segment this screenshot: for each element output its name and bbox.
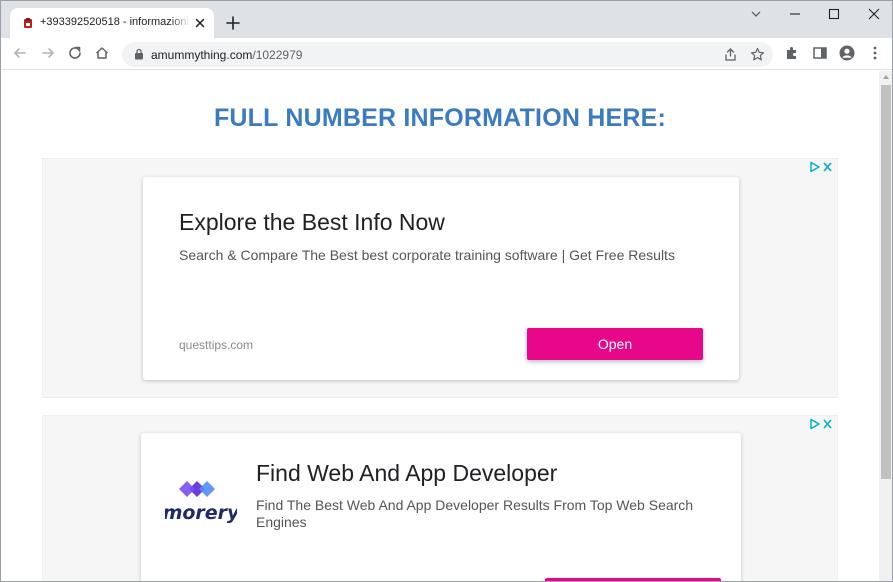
page-scrollbar[interactable] (879, 71, 892, 581)
adchoices-icon[interactable] (809, 418, 833, 430)
back-icon[interactable] (12, 45, 28, 61)
morery-logo-icon[interactable]: morery (165, 475, 237, 525)
ad-slot-1: Explore the Best Info Now Search & Compa… (42, 158, 838, 398)
ad-card[interactable]: Explore the Best Info Now Search & Compa… (143, 177, 739, 380)
site-favicon-icon (24, 18, 32, 28)
close-tab-icon[interactable] (192, 15, 208, 31)
profile-avatar-icon[interactable] (839, 45, 855, 61)
ad-title[interactable]: Find Web And App Developer (256, 460, 557, 487)
tab-search-chevron-icon[interactable] (749, 7, 763, 21)
morery-logo-text: morery (165, 502, 237, 524)
page-viewport: FULL NUMBER INFORMATION HERE: Explore th… (1, 71, 879, 581)
side-panel-icon[interactable] (812, 45, 828, 61)
home-icon[interactable] (94, 45, 110, 61)
forward-icon[interactable] (40, 45, 56, 61)
extensions-puzzle-icon[interactable] (784, 45, 800, 61)
bookmark-star-icon[interactable] (750, 47, 765, 62)
tab-strip: +393392520518 - informazioni c (1, 1, 892, 39)
ad-card[interactable]: morery Find Web And App Developer Find T… (141, 433, 741, 581)
tab-title: +393392520518 - informazioni c (40, 16, 190, 28)
share-icon[interactable] (723, 47, 738, 62)
new-tab-icon[interactable] (225, 15, 241, 31)
address-bar[interactable]: amummything.com/1022979 (122, 42, 773, 67)
scrollbar-thumb[interactable] (881, 85, 891, 479)
browser-window: +393392520518 - informazioni c amummythi… (0, 0, 893, 582)
ad-description: Search & Compare The Best best corporate… (179, 247, 675, 263)
url-text[interactable]: amummything.com/1022979 (151, 48, 302, 62)
ad-description: Find The Best Web And App Developer Resu… (256, 497, 694, 530)
ad-display-url[interactable]: questtips.com (179, 338, 253, 352)
close-window-icon[interactable] (867, 7, 881, 21)
adchoices-icon[interactable] (809, 161, 833, 173)
scroll-up-arrow-icon[interactable] (883, 75, 889, 79)
ad-title[interactable]: Explore the Best Info Now (179, 209, 445, 236)
browser-toolbar: amummything.com/1022979 (1, 38, 892, 70)
ad-open-button[interactable]: Open (527, 328, 703, 360)
url-path: /1022979 (252, 48, 303, 62)
ad-open-button[interactable] (545, 578, 721, 581)
tab-title-fade (170, 12, 190, 34)
reload-icon[interactable] (67, 45, 83, 61)
maximize-icon[interactable] (827, 7, 841, 21)
ad-slot-2: morery Find Web And App Developer Find T… (42, 415, 838, 581)
page-heading: FULL NUMBER INFORMATION HERE: (213, 104, 667, 132)
menu-kebab-icon[interactable] (867, 45, 883, 61)
tab-active[interactable]: +393392520518 - informazioni c (10, 8, 214, 39)
url-host: amummything.com (151, 48, 253, 62)
lock-icon[interactable] (134, 48, 144, 60)
minimize-icon[interactable] (788, 7, 802, 21)
